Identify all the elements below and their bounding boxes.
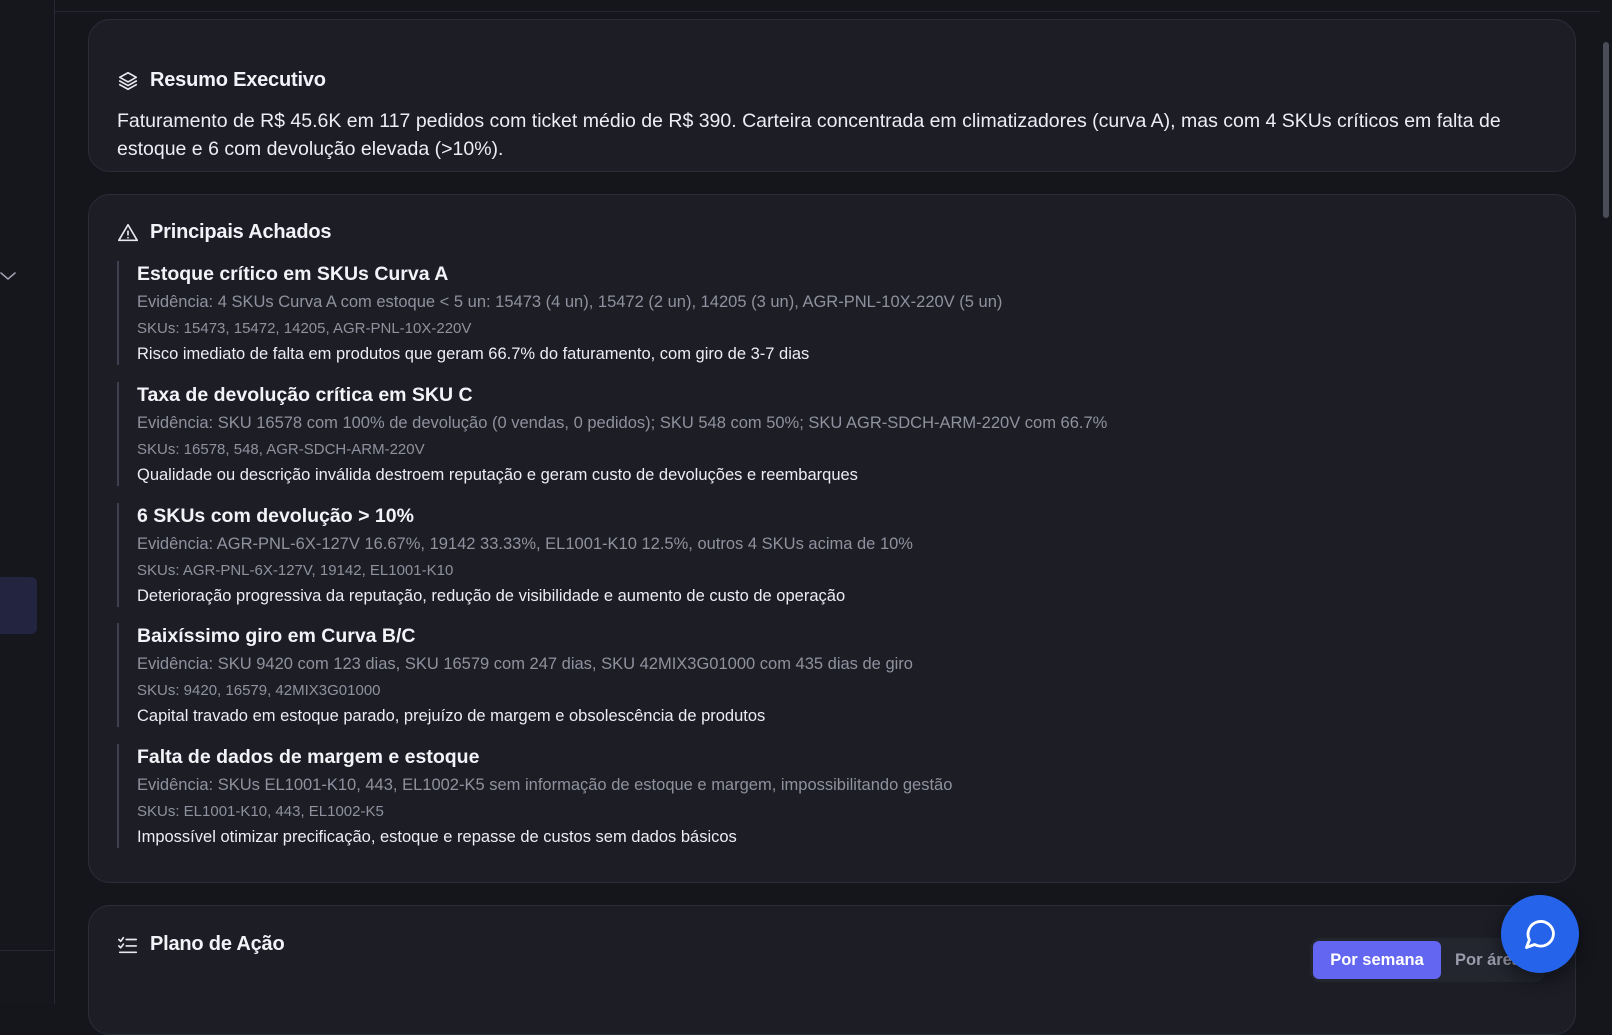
finding-skus: SKUs: EL1001-K10, 443, EL1002-K5 bbox=[137, 803, 384, 820]
finding-impact: Qualidade ou descrição inválida destroem… bbox=[137, 466, 858, 484]
finding-title: 6 SKUs com devolução > 10% bbox=[137, 505, 414, 527]
finding-evidence: Evidência: SKU 16578 com 100% de devoluç… bbox=[137, 414, 1108, 432]
finding-evidence: Evidência: SKUs EL1001-K10, 443, EL1002-… bbox=[137, 776, 953, 794]
finding-title: Taxa de devolução crítica em SKU C bbox=[137, 384, 473, 406]
finding-item: Falta de dados de margem e estoque Evidê… bbox=[117, 744, 1537, 848]
action-plan-header: Plano de Ação bbox=[117, 933, 285, 956]
finding-evidence: Evidência: 4 SKUs Curva A com estoque < … bbox=[137, 293, 1003, 311]
finding-skus: SKUs: 16578, 548, AGR-SDCH-ARM-220V bbox=[137, 441, 425, 458]
executive-summary-text: Faturamento de R$ 45.6K em 117 pedidos c… bbox=[117, 110, 1501, 160]
executive-summary-card: Resumo Executivo Faturamento de R$ 45.6K… bbox=[88, 19, 1576, 172]
finding-item: Taxa de devolução crítica em SKU C Evidê… bbox=[117, 382, 1537, 486]
action-plan-card: Plano de Ação Por semana Por área bbox=[88, 905, 1576, 1035]
finding-evidence: Evidência: SKU 9420 com 123 dias, SKU 16… bbox=[137, 655, 913, 673]
key-findings-header: Principais Achados bbox=[117, 221, 331, 244]
finding-impact: Risco imediato de falta em produtos que … bbox=[137, 345, 810, 363]
finding-item: Baixíssimo giro em Curva B/C Evidência: … bbox=[117, 623, 1537, 727]
action-plan-title: Plano de Ação bbox=[150, 933, 285, 955]
key-findings-title: Principais Achados bbox=[150, 221, 332, 243]
finding-skus: SKUs: 15473, 15472, 14205, AGR-PNL-10X-2… bbox=[137, 320, 472, 337]
chevron-down-icon[interactable] bbox=[0, 268, 16, 284]
chat-button[interactable] bbox=[1501, 895, 1579, 973]
scrollbar-thumb[interactable] bbox=[1603, 42, 1609, 218]
message-circle-icon bbox=[1525, 920, 1555, 949]
finding-evidence: Evidência: AGR-PNL-6X-127V 16.67%, 19142… bbox=[137, 535, 913, 553]
executive-summary-title: Resumo Executivo bbox=[150, 69, 326, 91]
header-divider bbox=[54, 11, 1612, 12]
toggle-por-semana[interactable]: Por semana bbox=[1313, 941, 1441, 979]
key-findings-card: Principais Achados Estoque crítico em SK… bbox=[88, 194, 1576, 883]
finding-impact: Capital travado em estoque parado, preju… bbox=[137, 707, 766, 725]
finding-impact: Deterioração progressiva da reputação, r… bbox=[137, 587, 846, 605]
finding-impact: Impossível otimizar precificação, estoqu… bbox=[137, 828, 737, 846]
finding-skus: SKUs: 9420, 16579, 42MIX3G01000 bbox=[137, 682, 381, 699]
finding-title: Falta de dados de margem e estoque bbox=[137, 746, 480, 768]
sidebar-divider bbox=[0, 950, 54, 951]
layers-icon bbox=[118, 71, 138, 90]
list-checks-icon bbox=[118, 936, 138, 953]
finding-title: Baixíssimo giro em Curva B/C bbox=[137, 625, 416, 647]
sidebar bbox=[0, 0, 55, 1004]
finding-title: Estoque crítico em SKUs Curva A bbox=[137, 263, 449, 285]
scrollbar[interactable] bbox=[1600, 0, 1612, 1004]
alert-triangle-icon bbox=[118, 223, 138, 241]
finding-skus: SKUs: AGR-PNL-6X-127V, 19142, EL1001-K10 bbox=[137, 562, 454, 579]
finding-item: Estoque crítico em SKUs Curva A Evidênci… bbox=[117, 261, 1537, 365]
executive-summary-header: Resumo Executivo bbox=[117, 69, 326, 92]
sidebar-active-item[interactable] bbox=[0, 577, 37, 634]
finding-item: 6 SKUs com devolução > 10% Evidência: AG… bbox=[117, 503, 1537, 607]
